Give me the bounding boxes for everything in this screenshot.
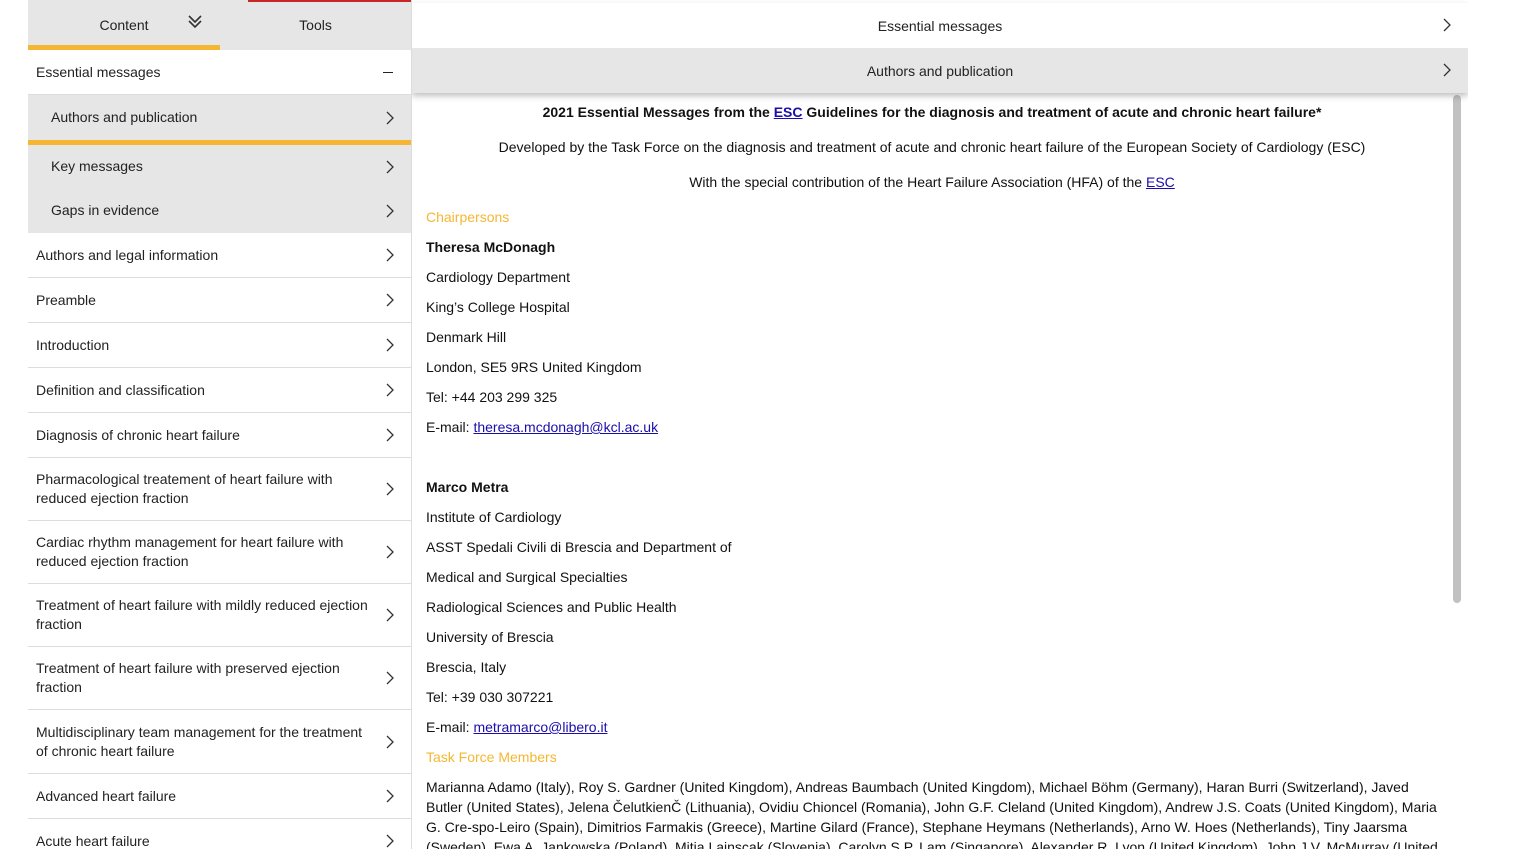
article-content: 2021 Essential Messages from the ESC Gui…: [412, 93, 1452, 849]
address-line: ASST Spedali Civili di Brescia and Depar…: [426, 539, 732, 555]
address-line: Radiological Sciences and Public Health: [426, 599, 677, 615]
sidebar-item-label: Key messages: [51, 158, 143, 174]
breadcrumb-header: Essential messages Authors and publicati…: [412, 3, 1468, 93]
main-panel: Essential messages Authors and publicati…: [412, 0, 1468, 849]
chair-name: Marco Metra: [426, 477, 1438, 497]
chevron-right-icon: [386, 671, 394, 685]
sidebar-item-diagnosis[interactable]: Diagnosis of chronic heart failure: [28, 413, 411, 458]
address-line: University of Brescia: [426, 629, 554, 645]
chevron-right-icon: [386, 383, 394, 397]
sidebar-item-definition[interactable]: Definition and classification: [28, 368, 411, 413]
chevron-right-icon: [386, 608, 394, 622]
sidebar-item-label: Definition and classification: [36, 381, 205, 398]
sidebar: Content Tools Essential messages Authors…: [28, 0, 412, 849]
collapse-minus-icon: [383, 72, 393, 73]
task-force-members: Marianna Adamo (Italy), Roy S. Gardner (…: [426, 779, 1438, 849]
esc-link[interactable]: ESC: [1146, 174, 1175, 190]
chevron-right-icon: [386, 545, 394, 559]
chair-name-text: Theresa McDonagh: [426, 239, 556, 255]
address-line: Cardiology Department: [426, 269, 570, 285]
address-line: London, SE5 9RS United Kingdom: [426, 359, 642, 375]
tab-content[interactable]: Content: [28, 0, 220, 50]
header-row-label: Authors and publication: [866, 62, 1014, 79]
chevron-right-icon: [386, 160, 394, 173]
sidebar-item-label: Acute heart failure: [36, 832, 150, 849]
article-title: 2021 Essential Messages from the ESC Gui…: [426, 102, 1438, 122]
chevron-right-icon: [386, 482, 394, 496]
sidebar-item-label: Diagnosis of chronic heart failure: [36, 426, 240, 443]
sidebar-item-mildly-reduced[interactable]: Treatment of heart failure with mildly r…: [28, 584, 411, 647]
chevron-right-icon: [386, 111, 394, 124]
header-essential-messages[interactable]: Essential messages: [412, 3, 1468, 48]
header-row-label: Essential messages: [877, 17, 1003, 34]
address-line: King’s College Hospital: [426, 299, 570, 315]
address-line: Brescia, Italy: [426, 659, 507, 675]
sidebar-item-introduction[interactable]: Introduction: [28, 323, 411, 368]
sidebar-item-essential-messages[interactable]: Essential messages: [28, 50, 411, 95]
chevron-right-icon: [386, 789, 394, 803]
header-authors-and-publication[interactable]: Authors and publication: [412, 48, 1468, 93]
chevron-right-icon: [386, 338, 394, 352]
sidebar-item-label: Introduction: [36, 336, 110, 353]
sidebar-item-gaps-in-evidence[interactable]: Gaps in evidence: [28, 189, 411, 233]
email-line: E-mail: theresa.mcdonagh@kcl.ac.uk: [426, 417, 1438, 437]
sidebar-item-key-messages[interactable]: Key messages: [28, 145, 411, 189]
tab-content-label: Content: [99, 17, 149, 33]
tab-tools-label: Tools: [299, 17, 332, 33]
task-force-heading: Task Force Members: [426, 749, 557, 765]
chevron-right-icon: [1443, 63, 1451, 77]
chevron-right-icon: [386, 735, 394, 748]
tab-tools[interactable]: Tools: [220, 0, 411, 50]
email-link[interactable]: metramarco@libero.it: [473, 719, 607, 735]
address-line: Institute of Cardiology: [426, 509, 562, 525]
content-scrollbar[interactable]: [1453, 95, 1461, 603]
address-line: Medical and Surgical Specialties: [426, 569, 628, 585]
sidebar-item-preamble[interactable]: Preamble: [28, 278, 411, 323]
chevron-right-icon: [386, 248, 394, 262]
contribution-text: With the special contribution of the Hea…: [689, 174, 1146, 190]
sidebar-item-cardiac-rhythm[interactable]: Cardiac rhythm management for heart fail…: [28, 521, 411, 584]
chevron-right-icon: [386, 834, 394, 848]
sidebar-item-label: Essential messages: [36, 63, 161, 80]
sidebar-item-label: Gaps in evidence: [51, 202, 160, 218]
sidebar-item-acute[interactable]: Acute heart failure: [28, 819, 411, 849]
esc-link[interactable]: ESC: [774, 104, 803, 120]
chevron-right-icon: [386, 204, 394, 217]
chairpersons-heading: Chairpersons: [426, 209, 510, 225]
sidebar-tabs: Content Tools: [28, 0, 411, 50]
email-link[interactable]: theresa.mcdonagh@kcl.ac.uk: [473, 419, 658, 435]
chair-name-text: Marco Metra: [426, 479, 509, 495]
sidebar-item-label: Multidisciplinary team management for th…: [36, 723, 363, 759]
chevron-right-icon: [386, 293, 394, 307]
sidebar-item-label: Cardiac rhythm management for heart fail…: [36, 534, 344, 569]
phone-line: Tel: +44 203 299 325: [426, 389, 558, 405]
sidebar-item-multidisciplinary[interactable]: Multidisciplinary team management for th…: [28, 710, 411, 774]
email-line: E-mail: metramarco@libero.it: [426, 717, 1438, 737]
sidebar-item-label: Authors and publication: [51, 109, 198, 125]
phone-line: Tel: +39 030 307221: [426, 689, 554, 705]
sidebar-item-label: Treatment of heart failure with preserve…: [36, 660, 340, 695]
title-text: Guidelines for the diagnosis and treatme…: [802, 104, 1322, 120]
address-line: Denmark Hill: [426, 329, 507, 345]
chair-name: Theresa McDonagh: [426, 237, 1438, 257]
sidebar-item-pharmacological[interactable]: Pharmacological treatement of heart fail…: [28, 458, 411, 521]
sidebar-item-label: Treatment of heart failure with mildly r…: [36, 597, 368, 632]
contribution: With the special contribution of the Hea…: [426, 172, 1438, 192]
chevron-right-icon: [386, 428, 394, 442]
title-text: 2021 Essential Messages from the: [542, 104, 774, 120]
sidebar-item-label: Advanced heart failure: [36, 787, 177, 804]
sidebar-item-label: Pharmacological treatement of heart fail…: [36, 471, 333, 506]
email-label: E-mail:: [426, 419, 474, 435]
sidebar-item-label: Preamble: [36, 291, 96, 308]
developed-by: Developed by the Task Force on the diagn…: [498, 139, 1366, 155]
email-label: E-mail:: [426, 719, 474, 735]
chevron-right-icon: [1443, 18, 1451, 32]
sidebar-item-authors-and-publication[interactable]: Authors and publication: [28, 95, 411, 145]
sidebar-item-authors-legal[interactable]: Authors and legal information: [28, 233, 411, 278]
sidebar-item-preserved[interactable]: Treatment of heart failure with preserve…: [28, 647, 411, 710]
sidebar-item-advanced[interactable]: Advanced heart failure: [28, 774, 411, 819]
sidebar-item-label: Authors and legal information: [36, 246, 219, 263]
double-chevron-down-icon[interactable]: [186, 13, 204, 31]
